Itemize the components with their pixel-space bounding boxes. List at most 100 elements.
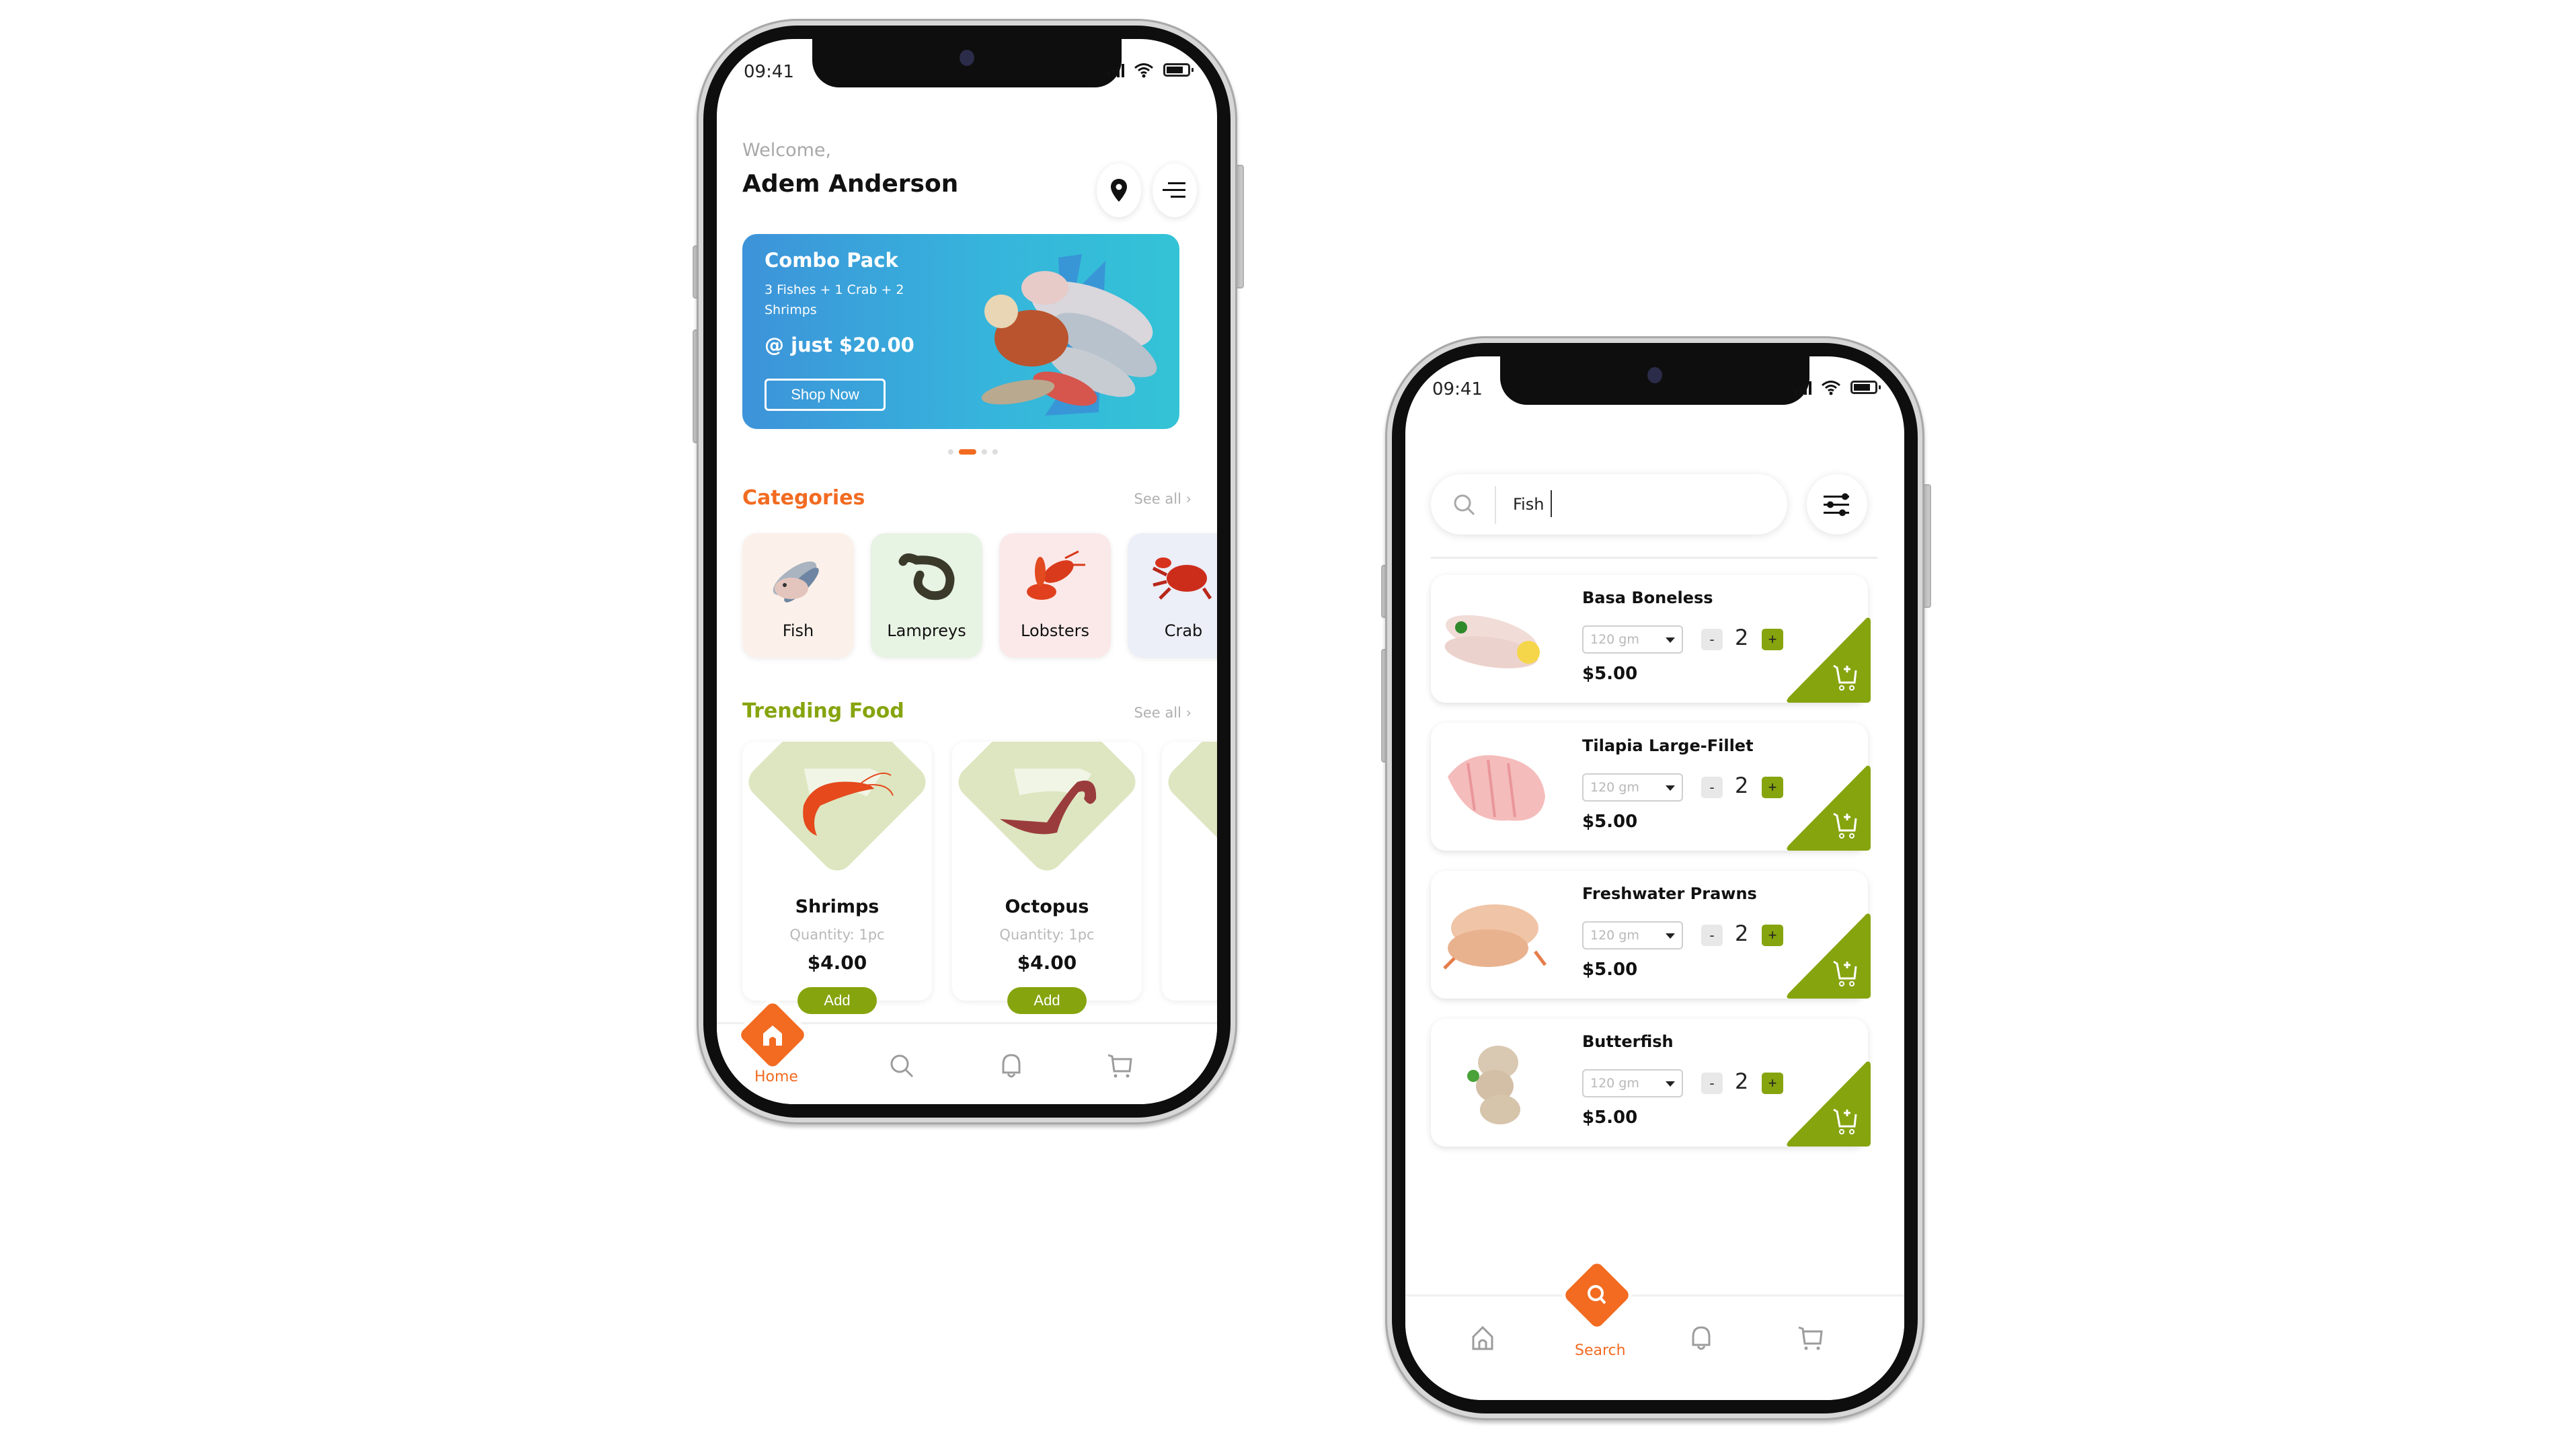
increase-quantity-button[interactable]: + [1762, 925, 1783, 946]
status-time: 09:41 [744, 62, 794, 82]
trending-card-shrimps[interactable]: Shrimps Quantity: 1pc $4.00 Add [742, 742, 932, 1014]
product-price: $5.00 [1582, 960, 1638, 980]
banner-price: @ just $20.00 [765, 334, 914, 356]
category-label: Crab [1164, 621, 1203, 640]
increase-quantity-button[interactable]: + [1762, 1073, 1783, 1094]
add-to-cart-button[interactable] [1783, 911, 1871, 999]
carousel-indicator[interactable] [947, 449, 998, 455]
tab-search[interactable]: Search [1553, 1261, 1641, 1364]
category-item-crab[interactable]: Crab [1128, 533, 1217, 658]
trending-card-partial[interactable] [1162, 742, 1217, 1001]
tab-cart[interactable] [1093, 1024, 1147, 1091]
weight-select[interactable]: 120 gm [1582, 773, 1683, 802]
greeting-text: Welcome, [742, 140, 832, 161]
seafood-platter-image [981, 254, 1157, 416]
tab-home[interactable]: Home [736, 1001, 810, 1091]
status-bar: 09:41 [744, 59, 1194, 86]
chevron-down-icon [1666, 637, 1675, 643]
trending-see-all-link[interactable]: See all › [1134, 705, 1192, 721]
shrimp-icon [803, 769, 894, 836]
tab-cart[interactable] [1784, 1296, 1838, 1364]
product-price: $5.00 [1582, 812, 1638, 832]
category-item-lampreys[interactable]: Lampreys [871, 533, 982, 658]
search-divider [1495, 486, 1496, 524]
category-item-fish[interactable]: Fish [742, 533, 854, 658]
category-item-lobsters[interactable]: Lobsters [999, 533, 1111, 658]
filter-button[interactable] [1807, 474, 1867, 535]
battery-icon [1850, 381, 1881, 394]
add-to-cart-button[interactable] [1783, 615, 1871, 703]
quantity-value: 2 [1735, 1069, 1749, 1094]
increase-quantity-button[interactable]: + [1762, 777, 1783, 798]
carousel-dot-active[interactable] [958, 449, 976, 455]
status-time: 09:41 [1432, 379, 1483, 399]
categories-title: Categories [742, 486, 865, 510]
home-icon [763, 1025, 782, 1046]
weight-select[interactable]: 120 gm [1582, 921, 1683, 949]
decrease-quantity-button[interactable]: - [1701, 1073, 1723, 1094]
bell-icon [1002, 1054, 1021, 1078]
add-to-cart-button[interactable]: Add [1007, 987, 1087, 1014]
lamprey-icon [898, 553, 955, 600]
text-cursor [1551, 490, 1552, 517]
weight-select[interactable]: 120 gm [1582, 1069, 1683, 1097]
search-bar[interactable] [1431, 474, 1787, 535]
tab-label: Home [754, 1069, 798, 1085]
shop-now-button[interactable]: Shop Now [765, 379, 886, 411]
add-to-cart-button[interactable] [1783, 763, 1871, 851]
fish-icon [773, 561, 819, 603]
carousel-dot[interactable] [947, 449, 953, 455]
product-price: $5.00 [1582, 664, 1638, 684]
product-price: $5.00 [1582, 1108, 1638, 1128]
basa-fillet-image [1444, 615, 1540, 668]
home-icon [1472, 1325, 1493, 1350]
home-screen: 09:41 Welcome, Adem Anderson Combo Pack … [717, 39, 1217, 1104]
trending-quantity: Quantity: 1pc [999, 927, 1095, 943]
increase-quantity-button[interactable]: + [1762, 629, 1783, 650]
wifi-icon [1134, 63, 1153, 78]
weight-select[interactable]: 120 gm [1582, 625, 1683, 654]
menu-button[interactable] [1153, 163, 1197, 217]
categories-list: Fish Lampreys Lobsters Crab [742, 533, 1217, 658]
phone-frame-search: 09:41 Basa Boneless 120 gm - 2 [1385, 336, 1924, 1420]
decrease-quantity-button[interactable]: - [1701, 629, 1723, 650]
result-item-tilapia-large-fillet[interactable]: Tilapia Large-Fillet 120 gm - 2 + $5.00 [1431, 723, 1871, 851]
cart-icon [1107, 1054, 1132, 1078]
search-icon [1454, 494, 1475, 516]
tab-label: Search [1575, 1342, 1626, 1359]
tab-notifications[interactable] [984, 1024, 1038, 1091]
result-item-butterfish[interactable]: Butterfish 120 gm - 2 + $5.00 [1431, 1019, 1871, 1147]
bottom-tab-bar: Home [717, 1001, 1217, 1104]
product-name: Basa Boneless [1582, 588, 1713, 607]
location-button[interactable] [1097, 163, 1141, 217]
banner-description: 3 Fishes + 1 Crab + 2 Shrimps [765, 282, 904, 317]
search-results-list: Basa Boneless 120 gm - 2 + $5.00 Tilapia… [1431, 575, 1871, 1167]
chevron-down-icon [1666, 1081, 1675, 1087]
carousel-dot[interactable] [992, 449, 998, 455]
quantity-value: 2 [1735, 921, 1749, 946]
tab-home[interactable] [1456, 1296, 1510, 1364]
trending-card-octopus[interactable]: Octopus Quantity: 1pc $4.00 Add [952, 742, 1142, 1014]
status-bar: 09:41 [1432, 377, 1881, 403]
weight-value: 120 gm [1590, 632, 1639, 647]
decrease-quantity-button[interactable]: - [1701, 777, 1723, 798]
signal-icon [1795, 380, 1811, 395]
weight-value: 120 gm [1590, 928, 1639, 943]
result-item-freshwater-prawns[interactable]: Freshwater Prawns 120 gm - 2 + $5.00 [1431, 871, 1871, 999]
phone-frame-home: 09:41 Welcome, Adem Anderson Combo Pack … [697, 19, 1237, 1124]
tab-notifications[interactable] [1674, 1296, 1728, 1364]
trending-name: Shrimps [795, 896, 880, 917]
promo-banner[interactable]: Combo Pack 3 Fishes + 1 Crab + 2 Shrimps… [742, 234, 1179, 429]
categories-see-all-link[interactable]: See all › [1134, 491, 1192, 507]
crab-icon [1152, 557, 1212, 600]
battery-icon [1163, 63, 1194, 77]
category-label: Fish [782, 621, 814, 640]
result-item-basa-boneless[interactable]: Basa Boneless 120 gm - 2 + $5.00 [1431, 575, 1871, 703]
decrease-quantity-button[interactable]: - [1701, 925, 1723, 946]
menu-icon [1163, 182, 1185, 198]
product-name: Tilapia Large-Fillet [1582, 736, 1754, 755]
add-to-cart-button[interactable] [1783, 1059, 1871, 1147]
bell-icon [1692, 1326, 1711, 1350]
tab-search[interactable] [875, 1024, 929, 1091]
carousel-dot[interactable] [981, 449, 987, 455]
